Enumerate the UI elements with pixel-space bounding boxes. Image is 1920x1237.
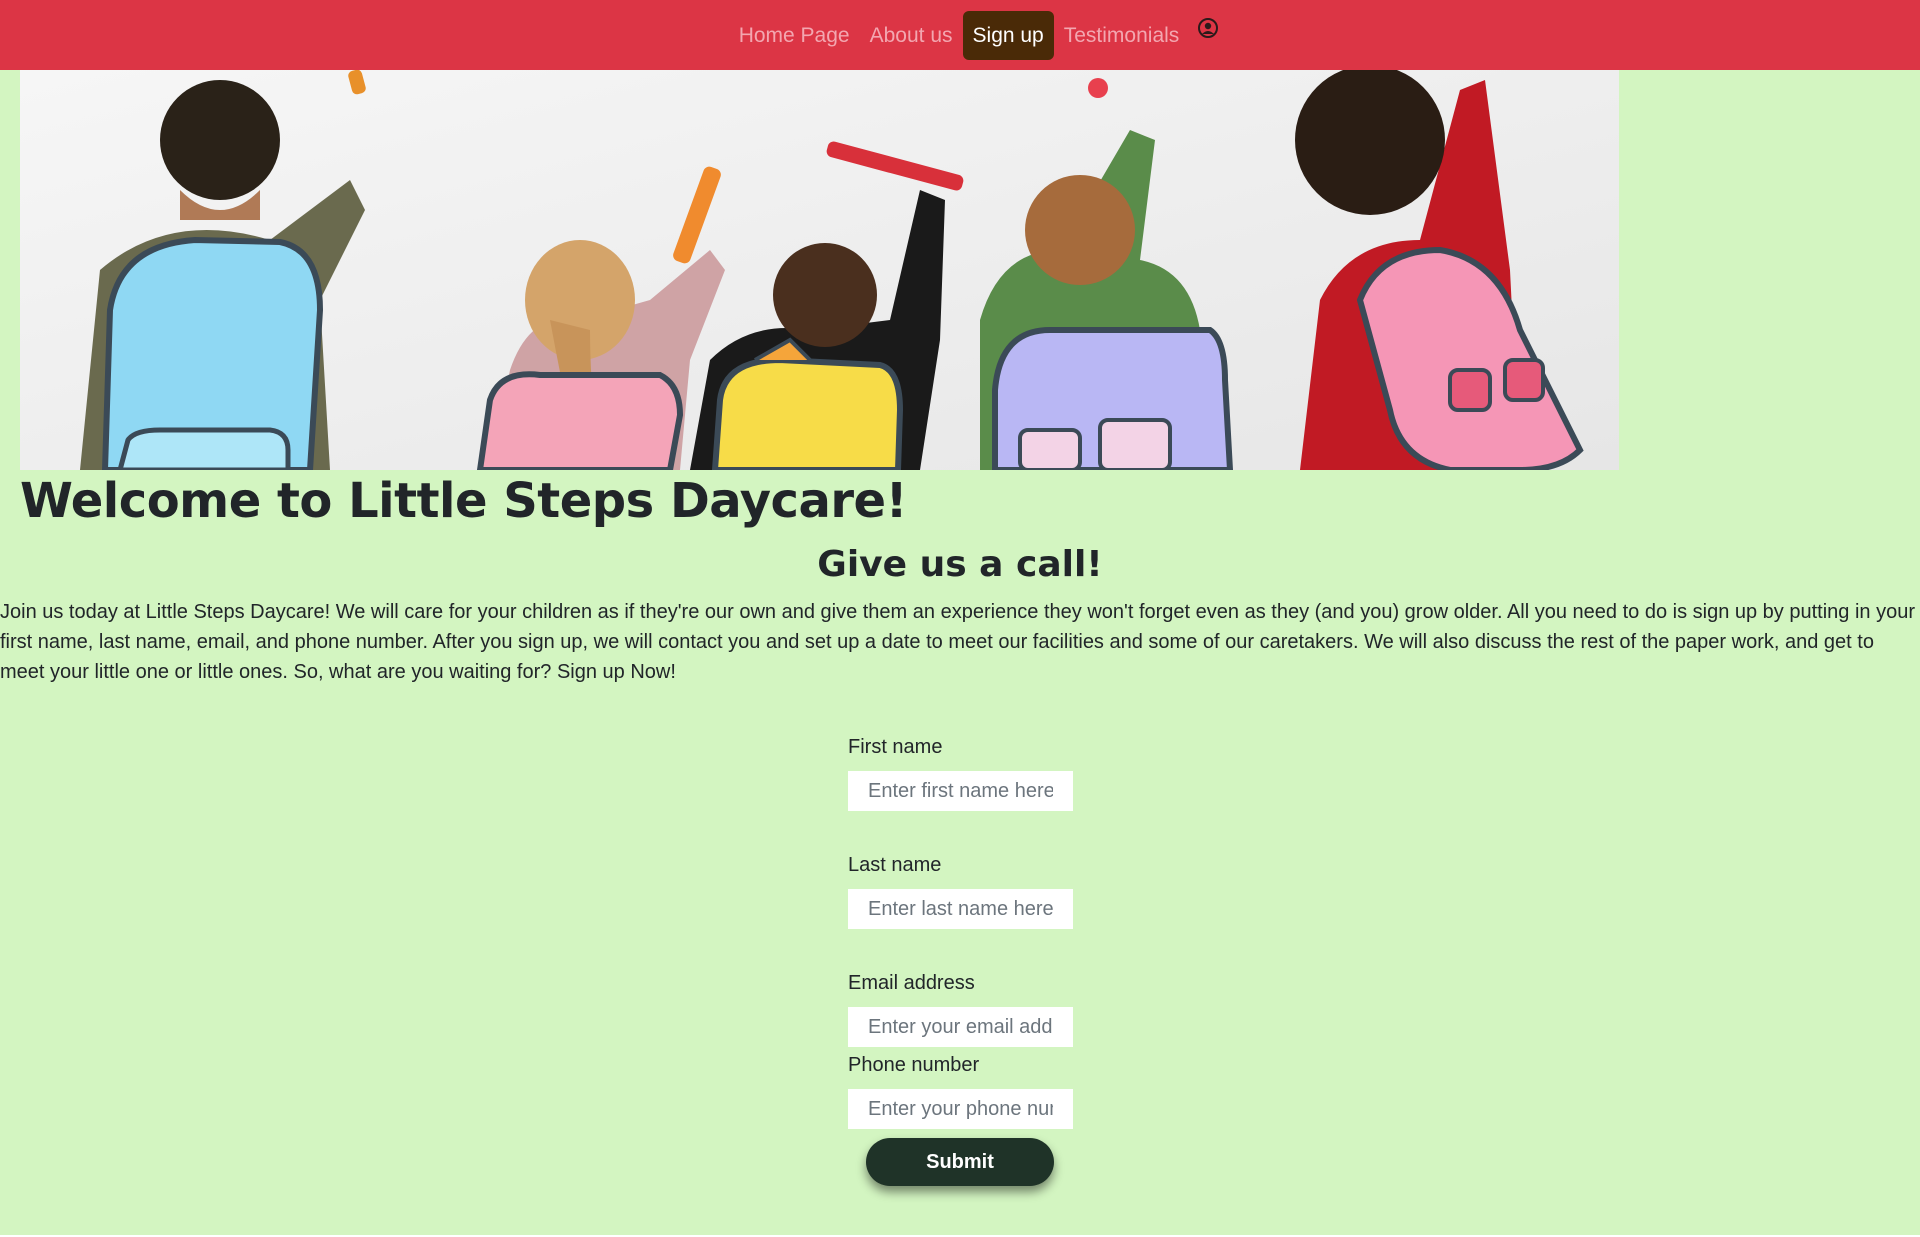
- nav-about-us[interactable]: About us: [860, 13, 963, 58]
- intro-paragraph: Join us today at Little Steps Daycare! W…: [0, 601, 1915, 683]
- email-field[interactable]: [848, 1007, 1073, 1047]
- submit-button[interactable]: Submit: [866, 1138, 1054, 1186]
- nav-sign-up[interactable]: Sign up: [962, 10, 1054, 60]
- email-label: Email address: [848, 972, 975, 994]
- hero-image: [20, 70, 1619, 470]
- children-drawing-on-wall-photo: [20, 70, 1619, 470]
- signup-form: First name Last name Email address Phone…: [848, 733, 1088, 1129]
- user-circle-icon[interactable]: [1197, 17, 1219, 39]
- nav-testimonials[interactable]: Testimonials: [1054, 13, 1190, 58]
- last-name-label: Last name: [848, 854, 942, 876]
- first-name-field[interactable]: [848, 771, 1073, 811]
- nav-home-page[interactable]: Home Page: [729, 13, 860, 58]
- call-heading: Give us a call!: [817, 544, 1103, 585]
- page-title: Welcome to Little Steps Daycare!: [20, 473, 907, 529]
- top-navbar: Home Page About us Sign up Testimonials: [0, 0, 1920, 70]
- nav-links: Home Page About us Sign up Testimonials: [729, 10, 1190, 60]
- first-name-label: First name: [848, 736, 943, 758]
- last-name-field[interactable]: [848, 889, 1073, 929]
- phone-field[interactable]: [848, 1089, 1073, 1129]
- phone-label: Phone number: [848, 1054, 980, 1076]
